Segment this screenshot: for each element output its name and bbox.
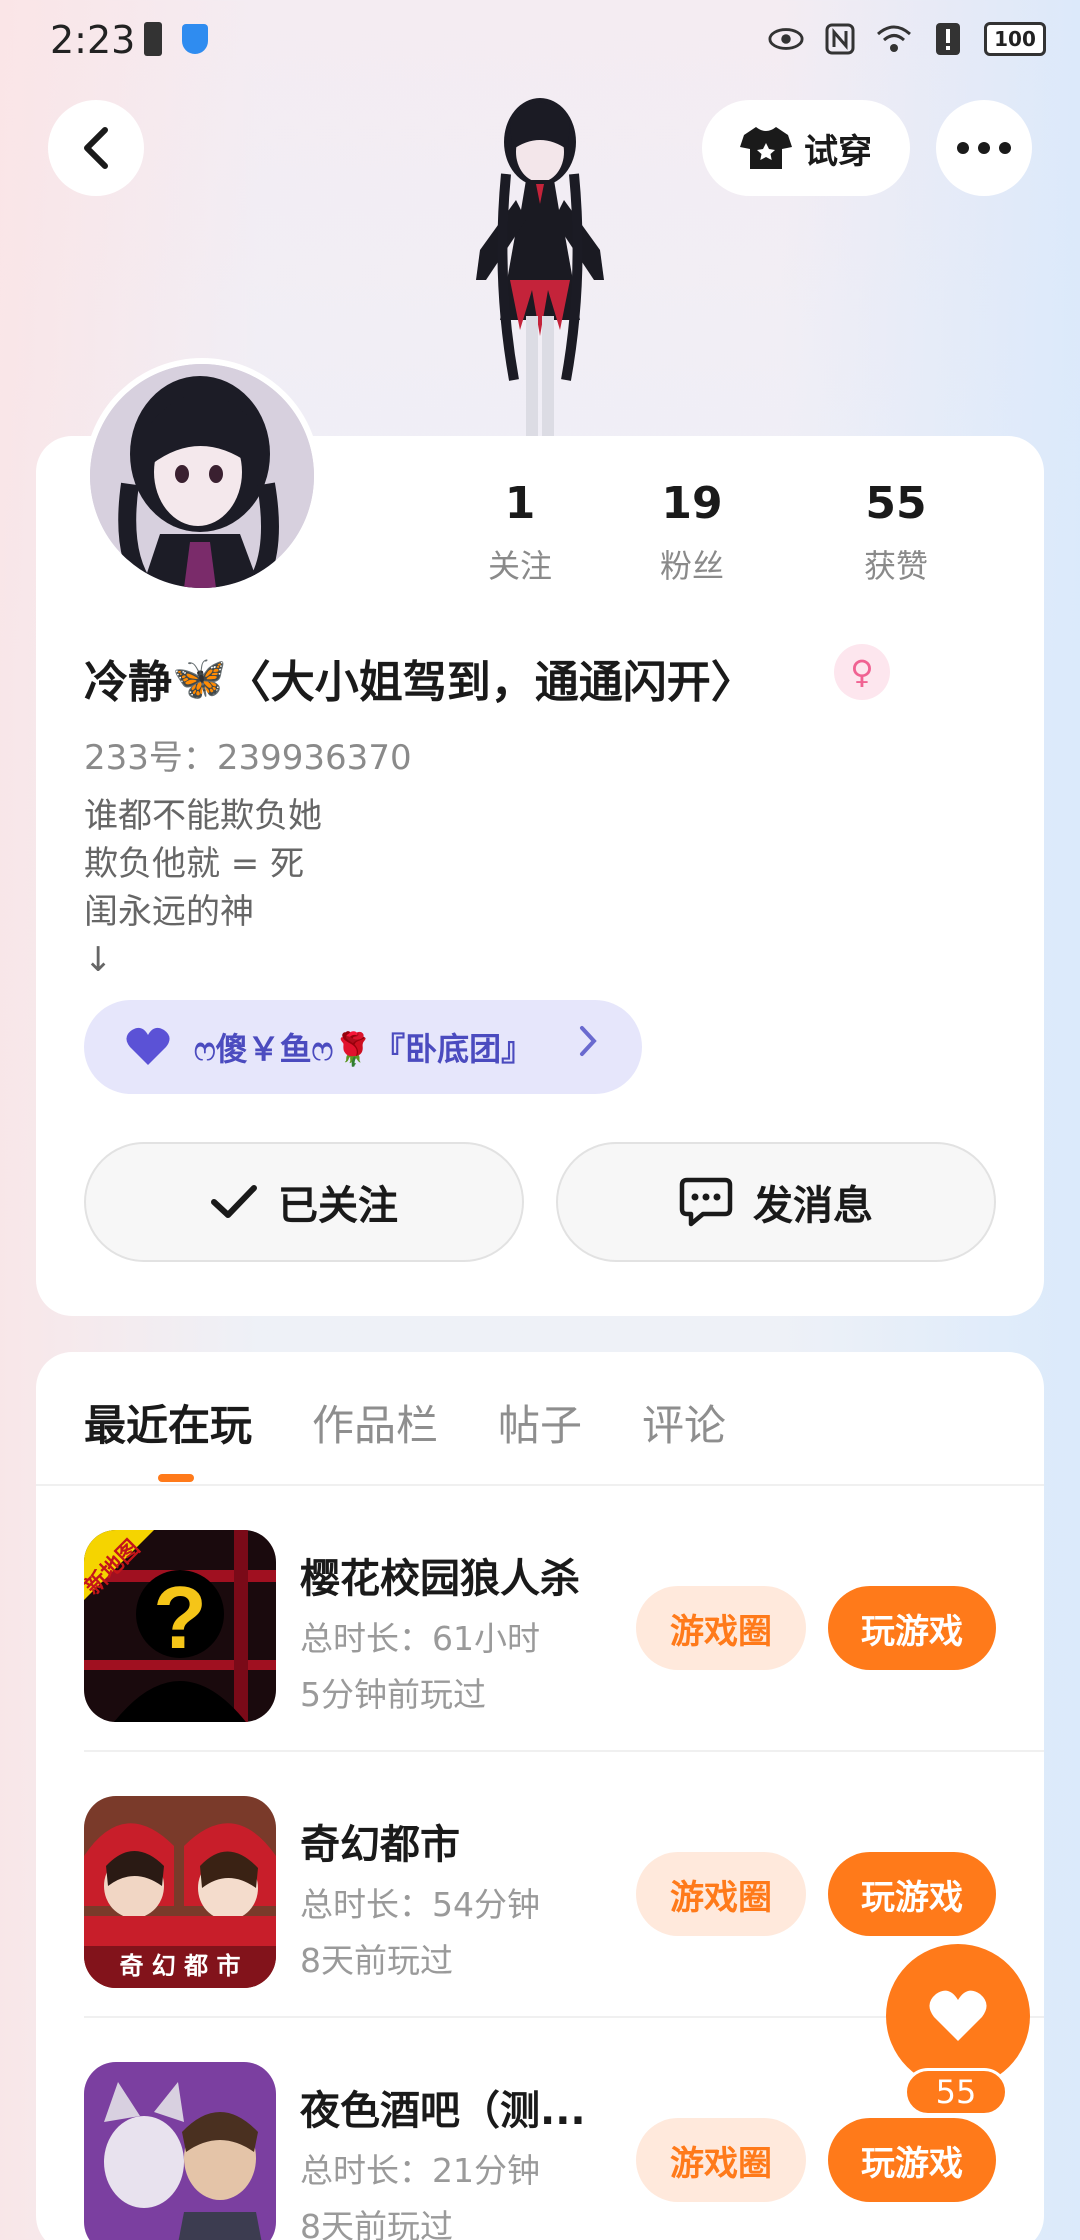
avatar[interactable] <box>84 358 320 594</box>
back-button[interactable] <box>48 100 144 196</box>
more-button[interactable] <box>936 100 1032 196</box>
game-row[interactable]: ? 新地图 樱花校园狼人杀 总时长：61小时 5分钟前玩过 游戏圈 玩游戏 <box>84 1486 1044 1752</box>
bio: 谁都不能欺负她 欺负他就 = 死 闺永远的神 ↓ <box>84 792 322 984</box>
butterfly-icon: 🦋 <box>172 653 227 704</box>
game-title: 樱花校园狼人杀 <box>300 1556 580 1602</box>
like-button[interactable] <box>886 1944 1030 2088</box>
message-label: 发消息 <box>753 1183 873 1229</box>
stat-value: 55 <box>865 478 927 529</box>
battery-alert-icon <box>144 22 162 56</box>
profile-stats: 1 关注 19 粉丝 55 获赞 <box>450 478 1010 587</box>
play-game-button[interactable]: 玩游戏 <box>828 1852 996 1936</box>
game-circle-button[interactable]: 游戏圈 <box>636 1586 806 1670</box>
play-game-button[interactable]: 玩游戏 <box>828 2118 996 2202</box>
stat-label: 获赞 <box>863 547 928 585</box>
profile-name: 冷静 🦋 〈大小姐驾到，通通闪开〉 <box>84 646 755 710</box>
try-on-button[interactable]: 试穿 <box>702 100 910 196</box>
message-button[interactable]: 发消息 <box>556 1142 996 1262</box>
stat-value: 1 <box>504 478 536 529</box>
game-duration: 总时长：21分钟 <box>300 2151 540 2190</box>
stat-followers[interactable]: 19 粉丝 <box>590 478 794 587</box>
game-icon: ? 新地图 <box>84 1530 276 1722</box>
tab-recently-played[interactable]: 最近在玩 <box>84 1392 252 1453</box>
tab-works[interactable]: 作品栏 <box>312 1392 438 1453</box>
chat-bubble-icon <box>679 1177 733 1227</box>
stat-likes[interactable]: 55 获赞 <box>794 478 998 587</box>
stat-label: 粉丝 <box>659 547 724 585</box>
shield-icon <box>182 24 208 54</box>
stat-following[interactable]: 1 关注 <box>450 478 590 587</box>
gender-female-icon: ♀ <box>834 644 890 700</box>
more-dots-icon <box>957 142 1011 154</box>
name-part: 冷静 <box>84 657 172 708</box>
chevron-right-icon <box>578 1024 598 1067</box>
tshirt-icon <box>740 127 792 169</box>
game-circle-button[interactable]: 游戏圈 <box>636 2118 806 2202</box>
heart-icon <box>929 1990 987 2041</box>
game-last-played: 8天前玩过 <box>300 2207 453 2240</box>
group-pill[interactable]: ෆ傻￥鱼ෆ🌹『卧底团』 <box>84 1000 642 1094</box>
eye-icon <box>768 22 804 56</box>
stat-label: 关注 <box>487 547 552 585</box>
follow-label: 已关注 <box>278 1183 398 1229</box>
games-card: 最近在玩 作品栏 帖子 评论 ? 新地图 樱花校园狼人杀 总时长：61小时 5分… <box>36 1352 1044 2240</box>
bio-line: 闺永远的神 <box>84 892 254 932</box>
bio-line: 欺负他就 = 死 <box>84 844 305 884</box>
follow-button[interactable]: 已关注 <box>84 1142 524 1262</box>
game-icon-caption: 奇 幻 都 市 <box>119 1952 241 1980</box>
avatar-image <box>90 364 314 588</box>
nfc-icon <box>822 22 858 56</box>
group-name: ෆ傻￥鱼ෆ🌹『卧底团』 <box>194 1030 534 1068</box>
bio-line: 谁都不能欺负她 <box>84 796 322 836</box>
game-title: 奇幻都市 <box>300 1822 460 1868</box>
heart-icon <box>126 1027 170 1065</box>
bio-line: ↓ <box>84 940 113 980</box>
status-bar: 2:23 100 <box>0 0 1080 84</box>
svg-text:?: ? <box>153 1568 207 1667</box>
game-circle-button[interactable]: 游戏圈 <box>636 1852 806 1936</box>
tab-posts[interactable]: 帖子 <box>498 1392 582 1453</box>
play-game-button[interactable]: 玩游戏 <box>828 1586 996 1670</box>
alert-icon <box>930 22 966 56</box>
game-last-played: 8天前玩过 <box>300 1941 453 1980</box>
game-duration: 总时长：54分钟 <box>300 1885 540 1924</box>
try-on-label: 试穿 <box>804 131 872 172</box>
tab-indicator <box>158 1474 194 1482</box>
tab-comments[interactable]: 评论 <box>642 1392 726 1453</box>
back-arrow-icon <box>84 127 108 169</box>
wifi-icon <box>876 22 912 56</box>
game-last-played: 5分钟前玩过 <box>300 1675 486 1714</box>
user-id: 233号：239936370 <box>84 738 412 778</box>
profile-tabs: 最近在玩 作品栏 帖子 评论 <box>84 1392 726 1453</box>
name-part: 〈大小姐驾到，通通闪开〉 <box>226 657 755 708</box>
game-icon: 奇 幻 都 市 <box>84 1796 276 1988</box>
game-duration: 总时长：61小时 <box>300 1619 540 1658</box>
avatar-figure-image <box>476 98 604 436</box>
like-count-badge: 55 <box>904 2068 1008 2116</box>
game-title: 夜色酒吧（测... <box>300 2088 586 2134</box>
game-icon <box>84 2062 276 2240</box>
status-time: 2:23 <box>50 18 136 62</box>
check-icon <box>211 1185 257 1218</box>
stat-value: 19 <box>661 478 723 529</box>
battery-indicator: 100 <box>984 22 1046 56</box>
